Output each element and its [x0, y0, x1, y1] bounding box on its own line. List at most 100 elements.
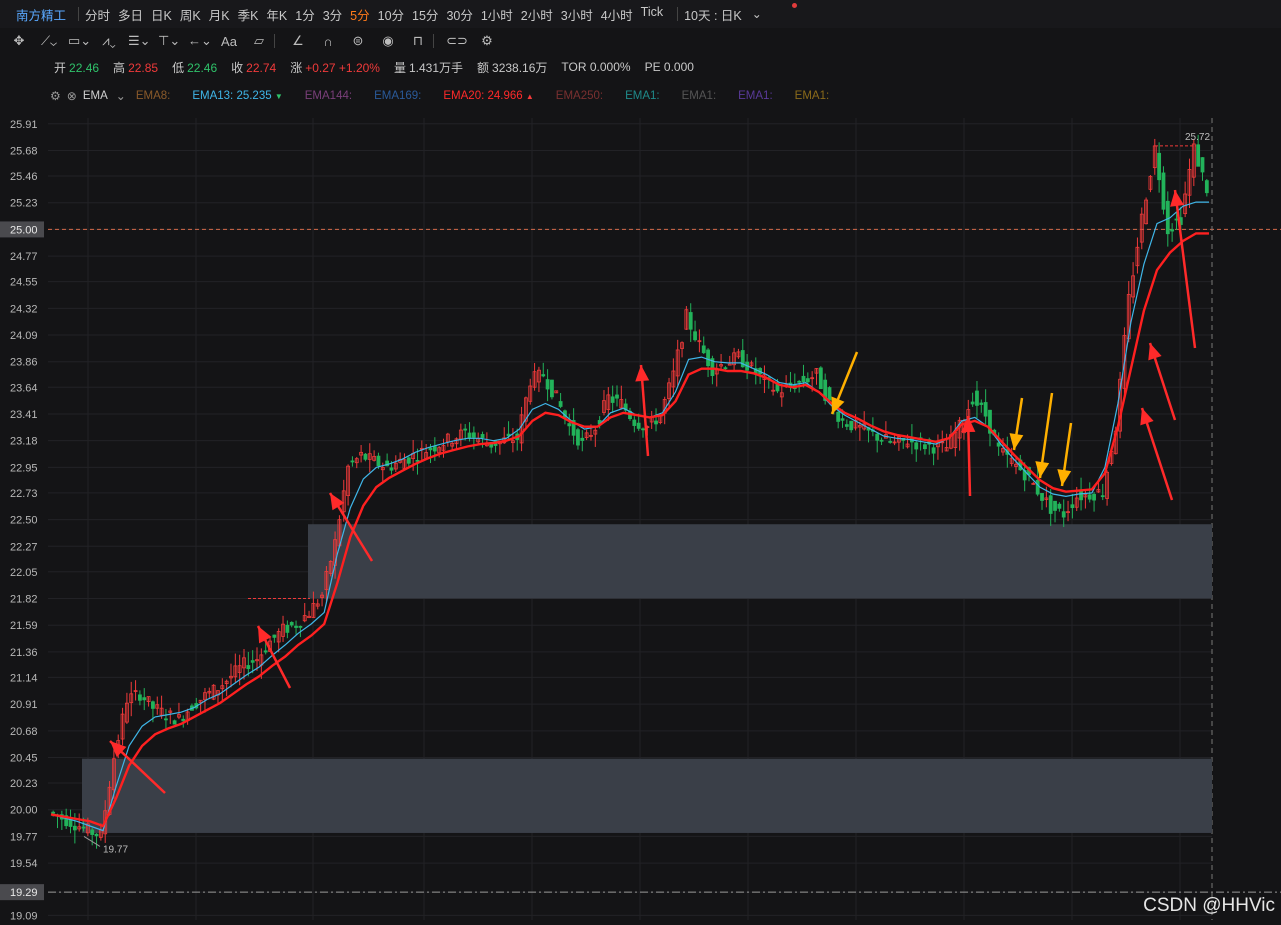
candle [923, 444, 927, 450]
separator [677, 7, 679, 21]
candle [350, 460, 355, 463]
period-tab[interactable]: 分时 [85, 5, 118, 24]
period-tab[interactable]: 周K [180, 5, 209, 24]
period-tab[interactable]: 2小时 [521, 5, 561, 24]
close-icon[interactable]: ⊗ [67, 89, 77, 103]
candle [1092, 493, 1096, 501]
ema-value: 25.235 [233, 90, 275, 102]
y-tick-label: 22.73 [10, 488, 38, 500]
candle [1196, 144, 1201, 167]
wave-icon[interactable]: ⩘⌄ [98, 33, 120, 49]
eye-icon[interactable]: ◉ [377, 33, 399, 49]
y-tick-label: 25.00 [10, 224, 38, 236]
period-tab[interactable]: 4小时 [601, 5, 641, 24]
candle [701, 345, 706, 354]
ema-label: EMA250: [555, 90, 604, 102]
change-value: +0.27 [305, 60, 336, 75]
candle [567, 423, 572, 427]
ema-label: EMA1: [625, 90, 660, 102]
y-tick-label: 19.29 [10, 887, 38, 899]
settings-icon[interactable]: ⚙ [50, 89, 61, 103]
text-tool-button[interactable]: Aa [218, 34, 240, 49]
change-pct: +1.20% [338, 60, 380, 75]
candle [72, 825, 77, 831]
period-tab[interactable]: 5分 [350, 5, 377, 24]
settings-icon[interactable]: ⚙ [476, 33, 498, 49]
comment-icon[interactable]: ▱ [248, 33, 270, 49]
y-tick-label: 19.09 [10, 910, 38, 922]
period-tab[interactable]: 月K [209, 5, 238, 24]
period-tab[interactable]: 1分 [295, 5, 322, 24]
candle [844, 424, 849, 427]
period-tab[interactable]: 3小时 [561, 5, 601, 24]
candle [151, 701, 155, 709]
range-selector[interactable]: 10天 : 日K [684, 5, 750, 24]
candle [636, 422, 641, 429]
period-tab[interactable]: 15分 [412, 5, 446, 24]
period-tab[interactable]: 30分 [446, 5, 480, 24]
candle [1053, 500, 1057, 511]
pitchfork-icon[interactable]: ⊤⌄ [158, 33, 180, 49]
candlestick-chart[interactable]: 25.91 25.68 25.46 25.23 25.00 24.77 24.55 24.32… [0, 108, 1281, 925]
period-tab[interactable]: 多日 [118, 5, 151, 24]
period-tab[interactable]: 季K [238, 5, 267, 24]
ema-item[interactable]: EMA169: [374, 90, 421, 102]
min-price-label: 19.77 [103, 844, 128, 855]
watermark: CSDN @HHVic [1143, 895, 1275, 916]
rect-icon[interactable]: ▭⌄ [68, 33, 91, 49]
candle [888, 441, 893, 443]
ema-item[interactable]: EMA8: [136, 90, 171, 102]
link-icon[interactable]: ⊂⊃ [446, 33, 468, 49]
period-tab[interactable]: 1小时 [481, 5, 521, 24]
candle [983, 402, 988, 417]
candle [1087, 494, 1092, 500]
line-icon[interactable]: ⟋⌄ [38, 33, 60, 49]
candle [51, 811, 56, 814]
candle [1100, 495, 1105, 498]
candle [975, 390, 979, 406]
fib-icon[interactable]: ☰⌄ [128, 33, 151, 49]
period-tab[interactable]: 日K [151, 5, 180, 24]
magnet-icon[interactable]: ∩ [317, 34, 339, 49]
chevron-down-icon[interactable]: ⌄ [752, 7, 762, 21]
ema-item[interactable]: EMA144: [305, 90, 352, 102]
candle [81, 826, 86, 829]
ema-item[interactable]: EMA1: [795, 90, 830, 102]
trash-icon[interactable]: ⊓ [407, 33, 429, 49]
y-tick-label: 21.59 [10, 620, 38, 632]
stock-name[interactable]: 南方精工 [16, 5, 66, 24]
move-icon[interactable]: ✥ [8, 33, 30, 49]
candle [576, 429, 580, 446]
lock-icon[interactable]: ⊜ [347, 33, 369, 49]
chevron-down-icon[interactable]: ⌄ [116, 89, 126, 103]
period-tab[interactable]: 年K [266, 5, 295, 24]
ema-item[interactable]: EMA1: [682, 90, 717, 102]
indicator-title[interactable]: EMA [83, 90, 108, 102]
ema-item[interactable]: EMA1: [625, 90, 660, 102]
support-zone [82, 758, 1212, 833]
period-tab[interactable]: 3分 [323, 5, 350, 24]
pen-icon[interactable]: ∠ [287, 33, 309, 49]
candle [389, 467, 394, 471]
arrow-icon[interactable]: ←⌄ [188, 33, 212, 49]
ema-item[interactable]: EMA250: [556, 90, 603, 102]
ema-item[interactable]: EMA1: [738, 90, 773, 102]
candle [432, 446, 437, 452]
y-tick-label: 21.36 [10, 647, 38, 659]
candle [246, 665, 251, 670]
candle [879, 439, 884, 442]
candle [1161, 172, 1166, 210]
candle [406, 457, 411, 464]
arrow-down-icon: ▼ [274, 92, 283, 101]
candle [610, 396, 615, 403]
ema-item[interactable]: EMA13: 25.235 ▼ [192, 90, 282, 102]
ema-label: EMA144: [304, 90, 353, 102]
candle [849, 420, 854, 431]
period-tab[interactable]: 10分 [378, 5, 412, 24]
close-label: 收 [231, 60, 244, 75]
candle [875, 433, 880, 441]
y-tick-label: 20.23 [10, 778, 38, 790]
period-tab[interactable]: Tick [641, 5, 671, 24]
candle [263, 650, 268, 653]
ema-item[interactable]: EMA20: 24.966 ▲ [443, 90, 533, 102]
